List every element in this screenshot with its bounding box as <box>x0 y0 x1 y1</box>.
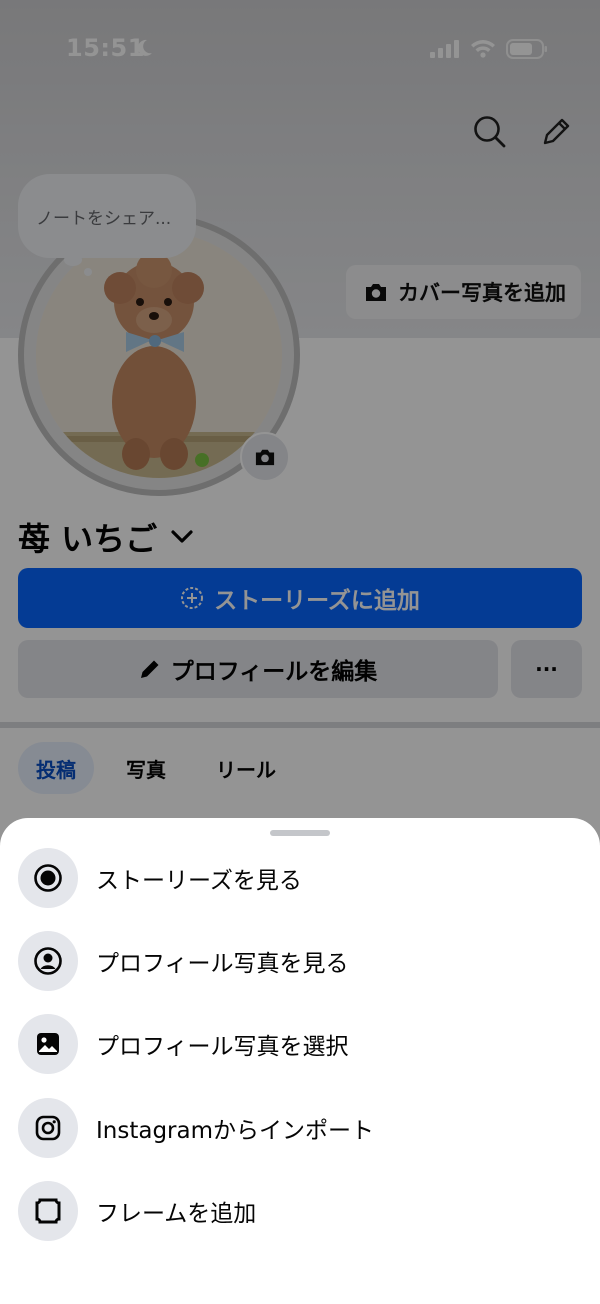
image-icon <box>18 1014 78 1074</box>
sheet-item-add-frame[interactable]: フレームを追加 <box>18 1181 256 1241</box>
sheet-item-label: プロフィール写真を選択 <box>96 1034 349 1060</box>
sheet-item-view-stories[interactable]: ストーリーズを見る <box>18 848 302 908</box>
instagram-icon <box>18 1098 78 1158</box>
record-icon <box>18 848 78 908</box>
sheet-drag-handle[interactable] <box>270 830 330 836</box>
sheet-item-view-profile-photo[interactable]: プロフィール写真を見る <box>18 931 349 991</box>
sheet-item-label: フレームを追加 <box>96 1201 257 1227</box>
sheet-item-label: Instagramからインポート <box>96 1118 375 1144</box>
sheet-item-label: ストーリーズを見る <box>96 868 302 894</box>
sheet-item-label: プロフィール写真を見る <box>96 951 349 977</box>
frame-icon <box>18 1181 78 1241</box>
sheet-item-choose-profile-photo[interactable]: プロフィール写真を選択 <box>18 1014 349 1074</box>
user-circle-icon <box>18 931 78 991</box>
bottom-sheet: ストーリーズを見る プロフィール写真を見る プロフィール写真を選択 Instag… <box>0 818 600 1304</box>
sheet-item-import-instagram[interactable]: Instagramからインポート <box>18 1098 374 1158</box>
